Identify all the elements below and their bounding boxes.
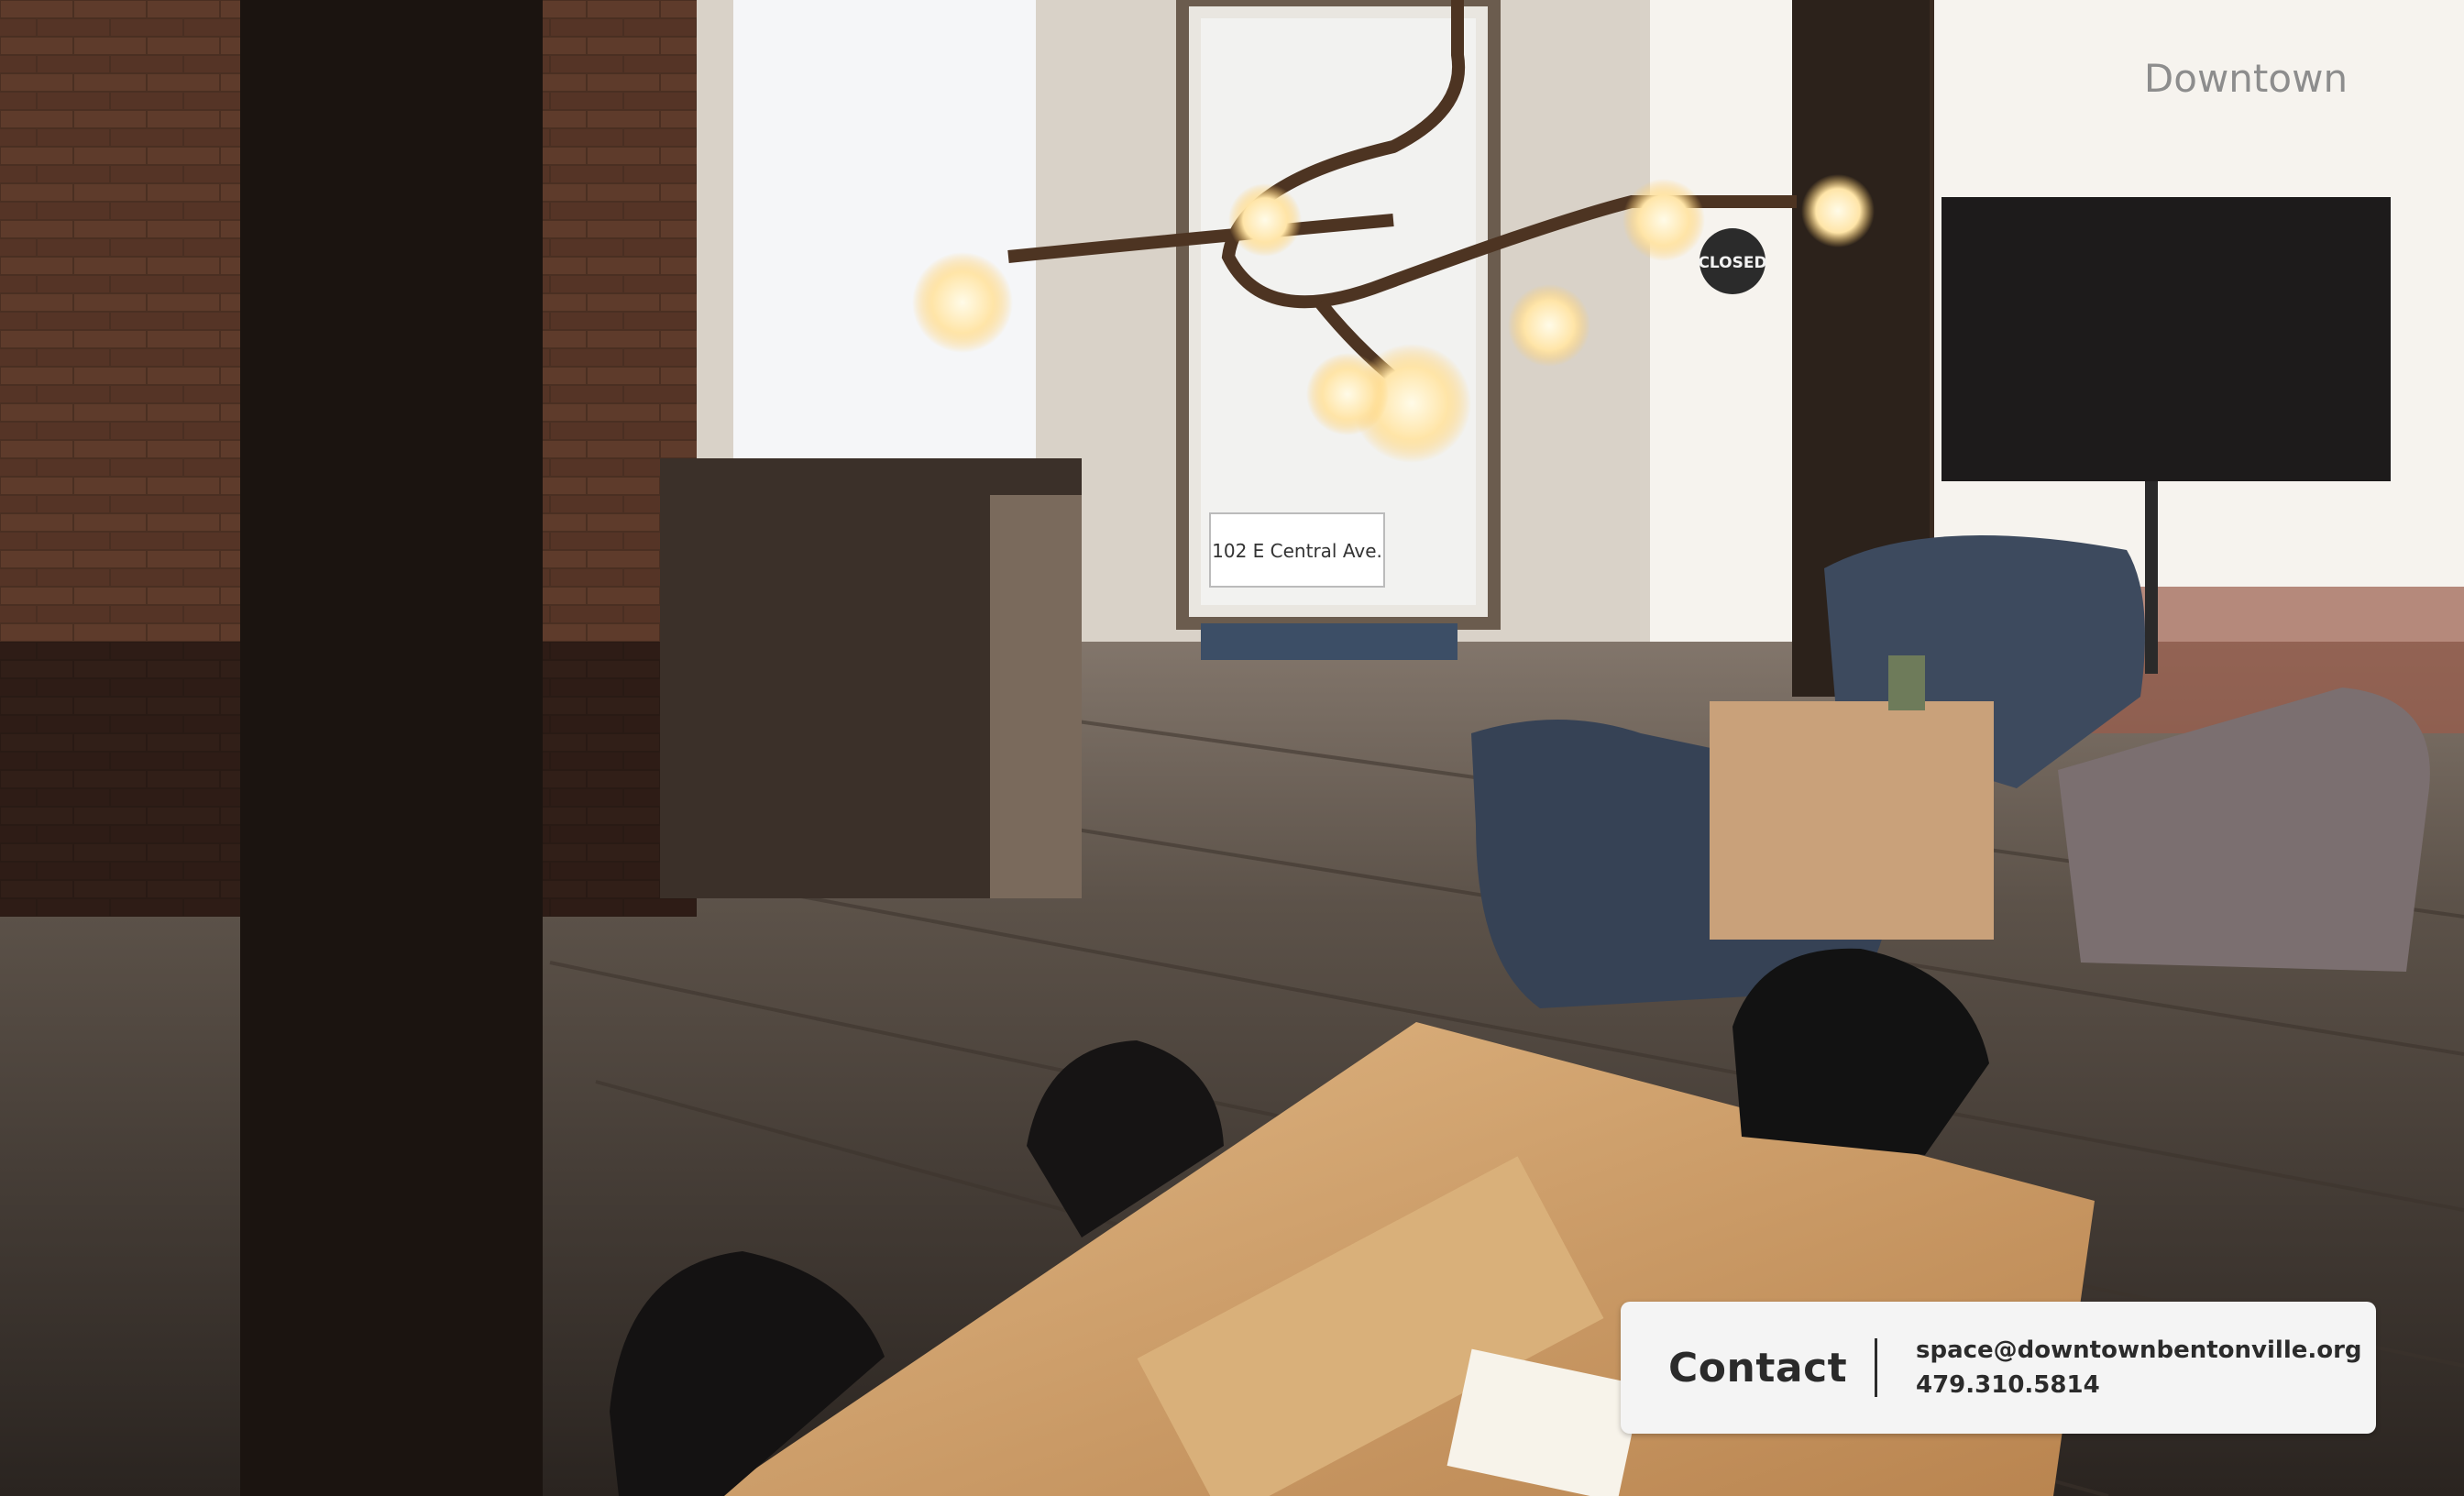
contact-divider: [1875, 1338, 1877, 1397]
contact-details: space@downtownbentonville.org 479.310.58…: [1916, 1333, 2362, 1402]
coworking-space-photo: 102 E Central Ave. Downtown CLOSED: [0, 0, 2464, 1496]
contact-title: Contact: [1668, 1344, 1848, 1392]
contact-phone-link[interactable]: 479.310.5814: [1916, 1368, 2362, 1402]
door-address-sign: 102 E Central Ave.: [1212, 540, 1382, 562]
window-lettering: Downtown: [2144, 56, 2348, 101]
closed-sign: CLOSED: [1698, 254, 1766, 272]
contact-card: Contact space@downtownbentonville.org 47…: [1621, 1302, 2376, 1434]
contact-email-link[interactable]: space@downtownbentonville.org: [1916, 1333, 2362, 1368]
